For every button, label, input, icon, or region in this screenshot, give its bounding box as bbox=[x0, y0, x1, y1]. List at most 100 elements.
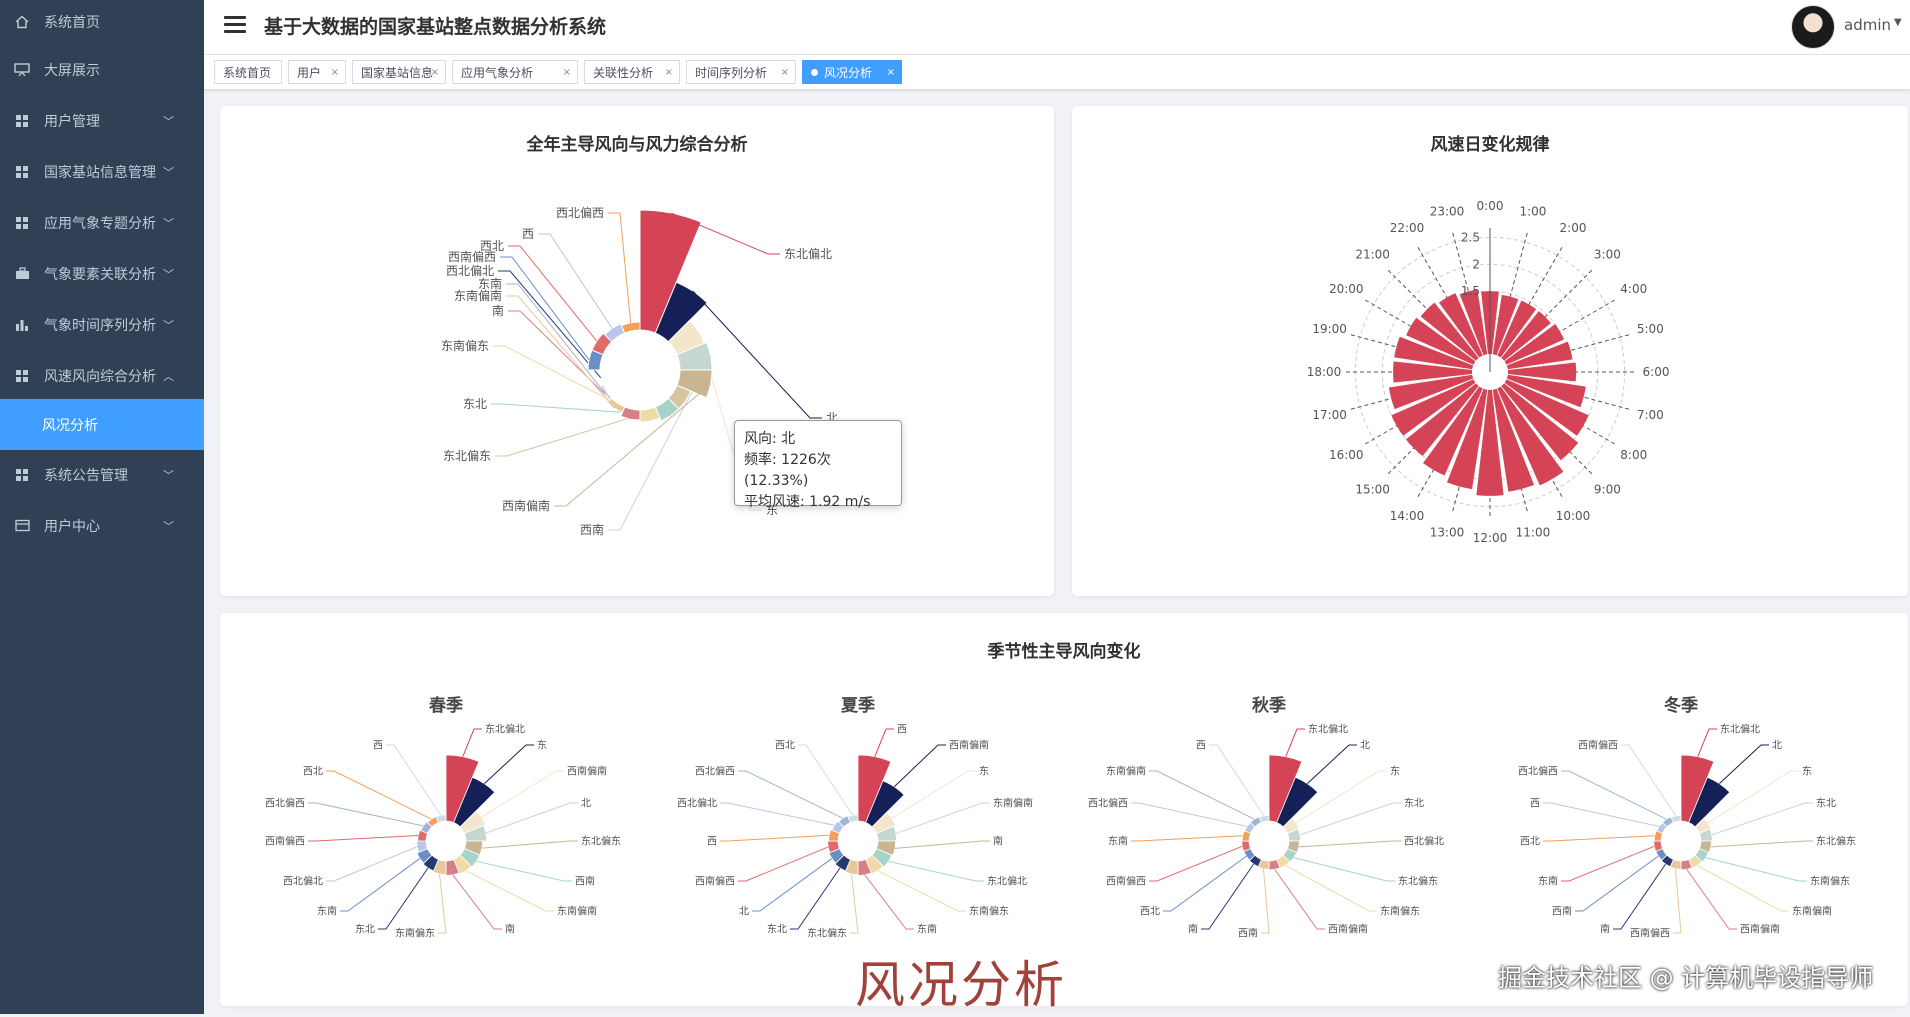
tooltip-avg-speed: 平均风速: 1.92 m/s bbox=[744, 494, 871, 510]
sidebar-item[interactable]: 应用气象专题分析 ﹀ bbox=[0, 197, 204, 248]
slice-label: 东南偏东 bbox=[1380, 905, 1420, 918]
slice-label: 东 bbox=[979, 765, 989, 778]
slice-label: 西 bbox=[373, 741, 383, 752]
label-line bbox=[1299, 802, 1401, 836]
sidebar-item[interactable]: 用户管理 ﹀ bbox=[0, 95, 204, 146]
sidebar-item-label: 系统首页 bbox=[44, 14, 100, 31]
card-icon bbox=[14, 518, 30, 534]
watermark-title: 风况分析 bbox=[855, 956, 1067, 1014]
label-line bbox=[1307, 744, 1357, 784]
sidebar-item[interactable]: 风况分析 bbox=[0, 399, 204, 450]
slice-label: 南 bbox=[505, 923, 515, 936]
top-header: 基于大数据的国家基站整点数据分析系统 admin ▼ bbox=[204, 0, 1910, 55]
label-line bbox=[877, 870, 966, 912]
label-line bbox=[1163, 855, 1247, 912]
slice-label: 南 bbox=[1600, 923, 1610, 936]
sidebar-item[interactable]: 风速风向综合分析 ︿ bbox=[0, 350, 204, 401]
close-icon[interactable]: × bbox=[781, 61, 789, 85]
sidebar-item[interactable]: 大屏展示 bbox=[0, 44, 204, 95]
user-dropdown-caret-icon[interactable]: ▼ bbox=[1894, 17, 1902, 28]
username-label[interactable]: admin bbox=[1844, 16, 1891, 34]
label-line bbox=[894, 840, 990, 849]
label-line bbox=[1561, 845, 1655, 882]
slice-label: 西 bbox=[1530, 799, 1540, 810]
label-line bbox=[1293, 857, 1395, 882]
season-title-spring: 春季 bbox=[429, 696, 463, 716]
label-line bbox=[1298, 840, 1401, 848]
label-line bbox=[1201, 863, 1254, 930]
tab-6[interactable]: 风况分析 × bbox=[802, 60, 902, 84]
slice-label: 东北偏北 bbox=[987, 875, 1027, 888]
label-line bbox=[864, 874, 914, 930]
angle-tick-label: 6:00 bbox=[1643, 365, 1670, 379]
rose-slice[interactable] bbox=[847, 814, 859, 824]
wind-overall-rose-chart[interactable]: 东北偏北北东西南西南偏南东北偏东东北东南偏东南东南偏南东南西北偏北西南偏西西北西… bbox=[220, 106, 1054, 596]
hamburger-menu-icon[interactable] bbox=[224, 16, 246, 38]
sidebar-item[interactable]: 用户中心 ﹀ bbox=[0, 500, 204, 551]
slice-label: 东南偏东 bbox=[395, 927, 435, 940]
sidebar-item[interactable]: 系统公告管理 ﹀ bbox=[0, 449, 204, 500]
grid-icon bbox=[14, 467, 30, 483]
slice-label: 西 bbox=[707, 837, 717, 848]
tab-4[interactable]: 关联性分析 × bbox=[584, 60, 680, 84]
label-line bbox=[554, 383, 711, 507]
tab-0[interactable]: 系统首页 bbox=[214, 60, 282, 84]
user-avatar[interactable] bbox=[1791, 5, 1835, 49]
rose-slice[interactable] bbox=[606, 397, 626, 414]
chevron-down-icon: ﹀ bbox=[163, 115, 174, 128]
label-line bbox=[798, 744, 854, 816]
label-line bbox=[692, 290, 822, 419]
close-icon[interactable]: × bbox=[665, 61, 673, 85]
close-icon[interactable]: × bbox=[331, 61, 339, 85]
slice-label: 西北偏北 bbox=[677, 797, 717, 810]
label-line bbox=[738, 770, 844, 819]
radial-tick-label: 2 bbox=[1472, 257, 1480, 271]
label-line bbox=[462, 728, 482, 757]
wind-daily-polar-chart[interactable]: 0:00 1:00 2:00 3:00 4:00 5:00 6:00 7:00 8:00 9:00… bbox=[1072, 106, 1908, 596]
sidebar-item[interactable]: 国家基站信息管理 ﹀ bbox=[0, 146, 204, 197]
slice-label: 北 bbox=[581, 798, 591, 810]
tab-1[interactable]: 用户 × bbox=[288, 60, 346, 84]
sidebar-item[interactable]: 气象要素关联分析 ﹀ bbox=[0, 248, 204, 299]
chevron-down-icon: ﹀ bbox=[163, 319, 174, 332]
tab-2[interactable]: 国家基站信息 × bbox=[352, 60, 446, 84]
slice-label: 东南 bbox=[317, 905, 337, 918]
slice-label: 东北 bbox=[767, 923, 787, 936]
angle-tick-label: 20:00 bbox=[1329, 282, 1364, 296]
label-line bbox=[506, 283, 606, 394]
rose-slice[interactable] bbox=[620, 321, 641, 334]
label-line bbox=[481, 770, 564, 818]
grid-icon bbox=[14, 164, 30, 180]
slice-label: 北 bbox=[739, 906, 749, 918]
label-line bbox=[1543, 835, 1655, 842]
label-line bbox=[481, 840, 578, 849]
chevron-down-icon: ﹀ bbox=[163, 520, 174, 533]
close-icon[interactable]: × bbox=[563, 61, 571, 85]
watermark-credit: 掘金技术社区 @ 计算机毕设指导师 bbox=[1498, 964, 1874, 992]
rose-slice[interactable] bbox=[1258, 814, 1270, 824]
tab-label: 系统首页 bbox=[223, 66, 272, 80]
tab-5[interactable]: 时间序列分析 × bbox=[686, 60, 796, 84]
angle-tick-label: 23:00 bbox=[1430, 205, 1465, 219]
sidebar-item[interactable]: 系统首页 bbox=[0, 0, 204, 47]
slice-label: 西 bbox=[1196, 741, 1206, 752]
slice-label: 北 bbox=[1360, 740, 1370, 752]
label-line bbox=[465, 870, 554, 912]
close-icon[interactable]: × bbox=[887, 61, 895, 85]
slice-label: 东南偏南 bbox=[1792, 905, 1832, 918]
rose-slice[interactable] bbox=[1670, 814, 1682, 824]
sidebar-item[interactable]: 气象时间序列分析 ﹀ bbox=[0, 299, 204, 350]
label-line bbox=[1261, 868, 1270, 934]
tab-3[interactable]: 应用气象分析 × bbox=[452, 60, 578, 84]
close-icon[interactable]: × bbox=[431, 61, 439, 85]
polar-group: 0:00 1:00 2:00 3:00 4:00 5:00 6:00 7:00 8:00 9:00… bbox=[1307, 199, 1670, 545]
rose-slice[interactable] bbox=[435, 814, 447, 824]
sidebar-item-label: 用户中心 bbox=[44, 518, 100, 535]
label-line bbox=[1686, 868, 1737, 930]
slice-label: 西北偏西 bbox=[265, 797, 305, 810]
slice-label: 南 bbox=[1188, 923, 1198, 936]
label-line bbox=[790, 867, 841, 930]
active-dot-icon bbox=[811, 69, 818, 76]
slice-label: 西南偏南 bbox=[1328, 923, 1368, 936]
label-line bbox=[1719, 744, 1769, 784]
